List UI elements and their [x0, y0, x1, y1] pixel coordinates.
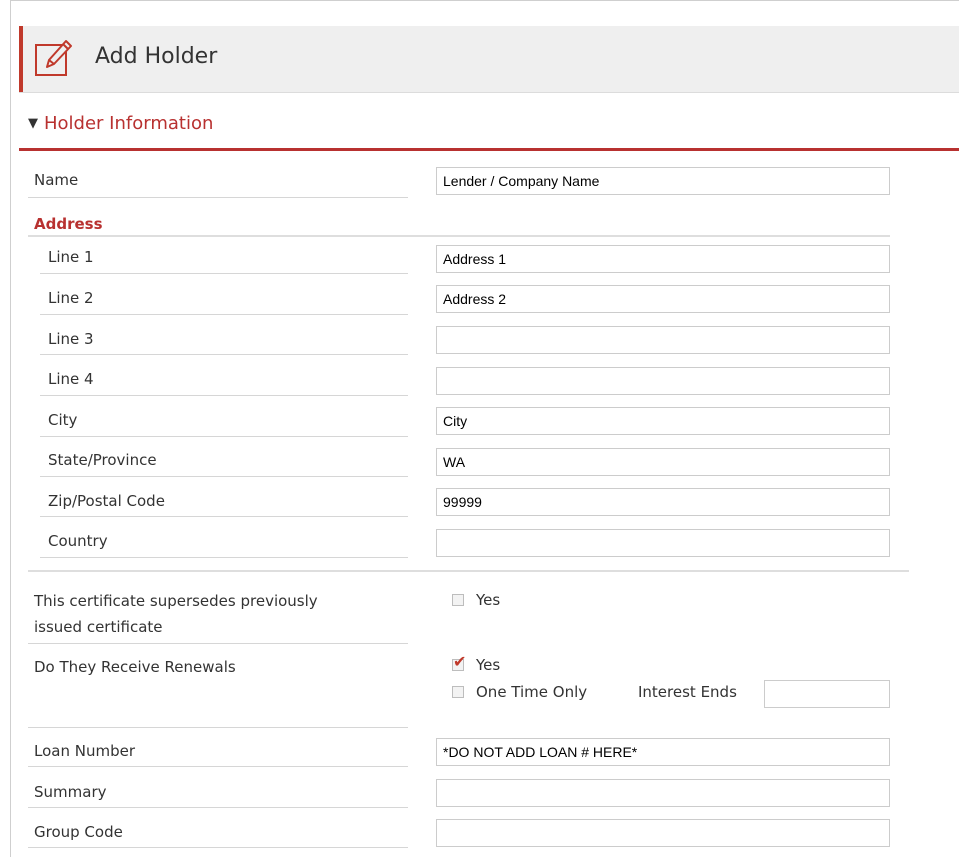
line3-input[interactable] — [436, 326, 890, 354]
renewals-yes-checkbox[interactable]: ✔ — [452, 654, 466, 671]
section-divider — [19, 148, 959, 151]
interest-ends-label: Interest Ends — [638, 683, 737, 701]
renewals-yes-label: Yes — [476, 656, 501, 674]
supersedes-label-line1: This certificate supersedes previously — [34, 592, 318, 610]
divider — [28, 766, 408, 767]
divider — [40, 314, 408, 315]
supersedes-yes-label: Yes — [476, 591, 501, 609]
loan-number-label: Loan Number — [34, 742, 135, 760]
divider — [40, 557, 408, 558]
summary-input[interactable] — [436, 779, 890, 807]
divider — [40, 395, 408, 396]
supersedes-yes-checkbox[interactable] — [452, 594, 464, 606]
divider — [40, 436, 408, 437]
line1-label: Line 1 — [48, 248, 94, 266]
divider — [40, 476, 408, 477]
divider — [28, 570, 909, 572]
window-left-border — [10, 0, 11, 857]
one-time-only-checkbox[interactable] — [452, 686, 464, 698]
name-input[interactable] — [436, 167, 890, 195]
divider — [28, 197, 408, 198]
divider — [40, 273, 408, 274]
line3-label: Line 3 — [48, 330, 94, 348]
state-input[interactable] — [436, 448, 890, 476]
line4-label: Line 4 — [48, 370, 94, 388]
divider — [28, 807, 408, 808]
line1-input[interactable] — [436, 245, 890, 273]
triangle-down-icon: ▼ — [28, 116, 38, 131]
state-label: State/Province — [48, 451, 157, 469]
country-input[interactable] — [436, 529, 890, 557]
divider — [28, 235, 890, 237]
divider — [28, 643, 408, 644]
divider — [28, 847, 408, 848]
country-label: Country — [48, 532, 108, 550]
city-label: City — [48, 411, 78, 429]
edit-icon — [35, 40, 72, 76]
page-header: Add Holder — [19, 26, 959, 93]
divider — [40, 516, 408, 517]
section-title: Holder Information — [44, 113, 214, 134]
divider — [28, 727, 408, 728]
zip-label: Zip/Postal Code — [48, 492, 165, 510]
window-top-border — [10, 0, 959, 1]
divider — [40, 354, 408, 355]
section-toggle-holder-information[interactable]: ▼ Holder Information — [28, 113, 213, 134]
name-label: Name — [34, 171, 79, 189]
header-accent-bar — [19, 26, 23, 92]
interest-ends-input[interactable] — [764, 680, 890, 708]
address-heading: Address — [34, 215, 103, 233]
summary-label: Summary — [34, 783, 107, 801]
page-title: Add Holder — [95, 44, 218, 69]
renewals-label: Do They Receive Renewals — [34, 658, 236, 676]
supersedes-label-line2: issued certificate — [34, 618, 163, 636]
group-code-input[interactable] — [436, 819, 890, 847]
line2-label: Line 2 — [48, 289, 94, 307]
zip-input[interactable] — [436, 488, 890, 516]
group-code-label: Group Code — [34, 823, 123, 841]
loan-number-input[interactable] — [436, 738, 890, 766]
line2-input[interactable] — [436, 285, 890, 313]
one-time-only-label: One Time Only — [476, 683, 588, 701]
city-input[interactable] — [436, 407, 890, 435]
line4-input[interactable] — [436, 367, 890, 395]
checkmark-icon: ✔ — [453, 652, 467, 671]
